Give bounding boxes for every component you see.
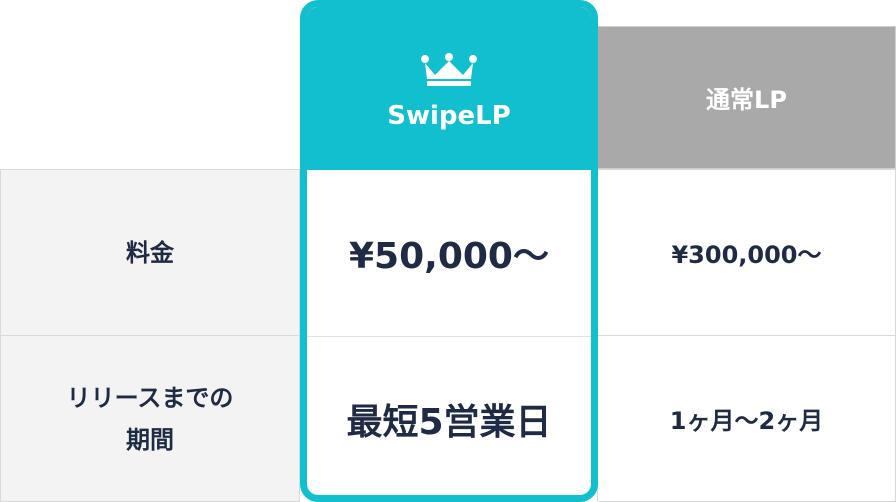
swipe-lp-header: SwipeLP bbox=[307, 7, 591, 170]
normal-lp-release: 1ヶ月〜2ヶ月 bbox=[669, 407, 824, 435]
normal-lp-title: 通常LP bbox=[706, 86, 787, 114]
release-label-line2: 期間 bbox=[126, 425, 174, 454]
row-label-price: 料金 bbox=[0, 169, 300, 336]
normal-lp-price: ¥300,000〜 bbox=[671, 241, 822, 269]
crown-icon bbox=[421, 52, 477, 86]
swipe-lp-release-cell: 最短5営業日 bbox=[307, 336, 591, 495]
release-label-line1: リリースまでの bbox=[66, 383, 234, 412]
swipe-lp-column: SwipeLP ¥50,000〜 最短5営業日 bbox=[300, 0, 598, 502]
row-label-release-period: リリースまでの 期間 bbox=[0, 335, 300, 502]
price-label-text: 料金 bbox=[126, 238, 174, 267]
normal-lp-header: 通常LP bbox=[597, 26, 896, 169]
normal-lp-price-cell: ¥300,000〜 bbox=[597, 169, 896, 336]
swipe-lp-price: ¥50,000〜 bbox=[349, 236, 549, 277]
normal-lp-release-cell: 1ヶ月〜2ヶ月 bbox=[597, 335, 896, 502]
swipe-lp-title: SwipeLP bbox=[387, 100, 511, 131]
swipe-lp-release: 最短5営業日 bbox=[346, 402, 552, 443]
swipe-lp-price-cell: ¥50,000〜 bbox=[307, 170, 591, 337]
